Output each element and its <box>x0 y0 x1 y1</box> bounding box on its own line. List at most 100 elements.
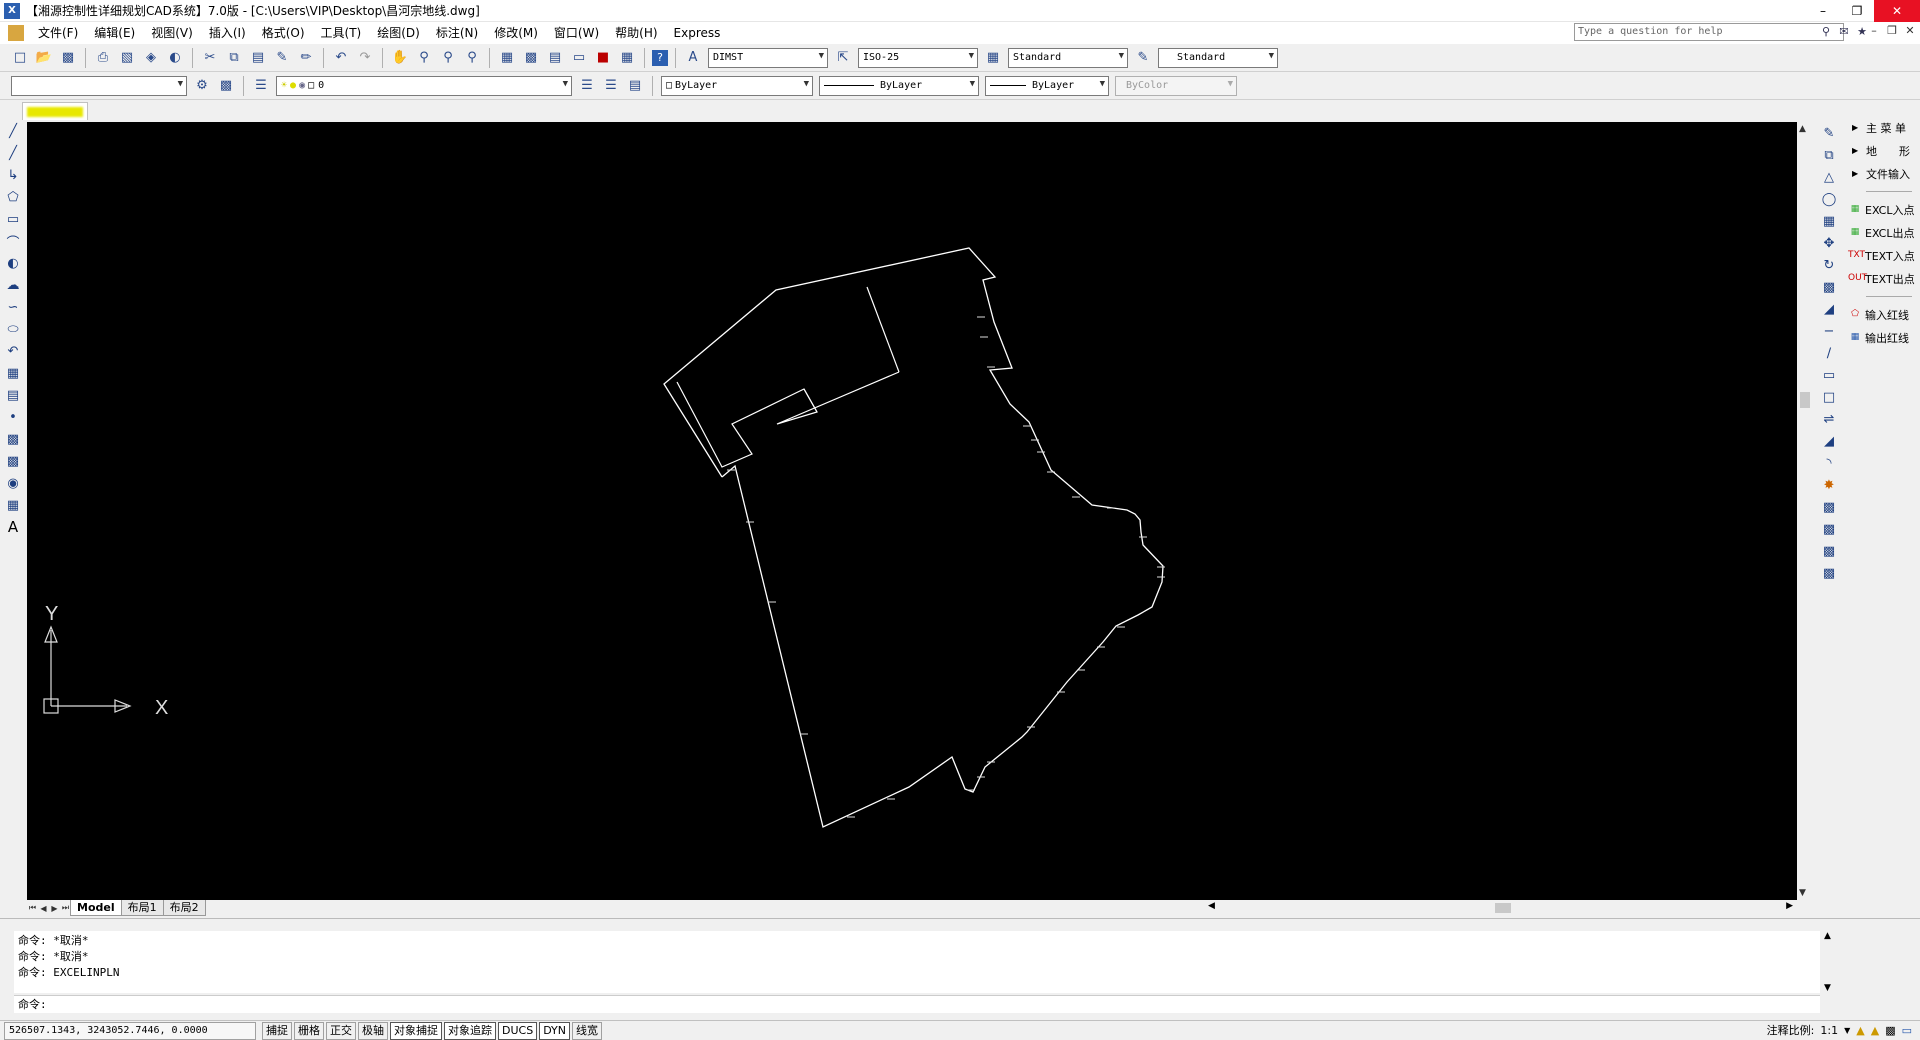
revision-cloud-icon[interactable]: ☁ <box>2 274 24 296</box>
doc-close-icon[interactable]: ✕ <box>1904 24 1916 37</box>
new-file-icon[interactable]: □ <box>10 48 30 68</box>
scale-icon[interactable]: ▩ <box>1818 276 1840 298</box>
lightbulb-icon[interactable]: ☀ <box>281 80 287 91</box>
copy-object-icon[interactable]: ⧉ <box>1818 144 1840 166</box>
print-icon[interactable]: ⎙ <box>93 48 113 68</box>
menu-group-file-input[interactable]: ▶ 文件输入 <box>1846 162 1920 185</box>
help-search-input[interactable]: Type a question for help <box>1574 23 1844 41</box>
scroll-right-icon[interactable]: ▶ <box>1786 901 1793 911</box>
scroll-left-icon[interactable]: ◀ <box>1208 901 1215 911</box>
rotate-icon[interactable]: ↻ <box>1818 254 1840 276</box>
tab-layout2[interactable]: 布局2 <box>162 900 206 916</box>
drawing-canvas[interactable]: Y X <box>27 122 1797 900</box>
layer-properties-icon[interactable]: ☰ <box>251 76 271 96</box>
menu-item[interactable]: 帮助(H) <box>607 22 665 44</box>
menu-item[interactable]: 编辑(E) <box>86 22 143 44</box>
gradient-icon[interactable]: ▩ <box>2 450 24 472</box>
doc-minimize-icon[interactable]: – <box>1868 24 1880 37</box>
layer-dropdown[interactable]: ☀ ● ◉ □ 0 ▼ <box>276 75 572 96</box>
text-style-icon[interactable]: A <box>683 48 703 68</box>
ellipse-arc-icon[interactable]: ↶ <box>2 340 24 362</box>
menu-group-terrain[interactable]: ▶ 地 形 <box>1846 139 1920 162</box>
multiline-text-icon[interactable]: A <box>2 516 24 538</box>
cursor-coordinates[interactable]: 526507.1343, 3243052.7446, 0.0000 <box>4 1021 256 1040</box>
pan-icon[interactable]: ✋ <box>390 48 410 68</box>
workspace-settings-icon[interactable]: ⚙ <box>192 76 212 96</box>
search-icon[interactable]: ⚲ <box>1818 24 1834 40</box>
parcel-notch-polyline[interactable] <box>803 388 818 413</box>
scroll-down-icon[interactable]: ▼ <box>1824 983 1831 993</box>
markup-icon[interactable]: ■ <box>593 48 613 68</box>
parcel-boundary-polyline[interactable] <box>663 247 1164 828</box>
join-icon[interactable]: ⇌ <box>1818 408 1840 430</box>
first-tab-icon[interactable]: ⏮ <box>27 903 38 913</box>
parcel-top-edge[interactable] <box>866 286 900 373</box>
construction-line-icon[interactable]: ╱ <box>2 142 24 164</box>
lock-toolbars-icon[interactable]: ▩ <box>1885 1024 1895 1037</box>
menu-group-main[interactable]: ▶ 主 菜 单 <box>1846 116 1920 139</box>
hatch-icon[interactable]: ▩ <box>2 428 24 450</box>
app-icon[interactable]: X <box>4 2 20 19</box>
cut-icon[interactable]: ✂ <box>200 48 220 68</box>
workspace-dropdown[interactable]: ▼ <box>11 75 187 96</box>
draw-order-front-icon[interactable]: ▩ <box>1818 496 1840 518</box>
lock-icon[interactable]: ◉ <box>299 80 305 91</box>
menu-item[interactable]: 标注(N) <box>428 22 486 44</box>
layer-states-icon[interactable]: ▤ <box>625 76 645 96</box>
print-preview-icon[interactable]: ▧ <box>117 48 137 68</box>
menu-item[interactable]: 文件(F) <box>30 22 86 44</box>
close-icon[interactable]: ✕ <box>1874 0 1920 22</box>
trim-icon[interactable]: − <box>1818 320 1840 342</box>
match-properties-icon[interactable]: ✎ <box>272 48 292 68</box>
menu-item[interactable]: 视图(V) <box>143 22 201 44</box>
menu-item[interactable]: 插入(I) <box>201 22 254 44</box>
scroll-thumb[interactable] <box>1800 392 1810 408</box>
tab-model[interactable]: Model <box>70 900 122 916</box>
array-icon[interactable]: ▦ <box>1818 210 1840 232</box>
design-center-icon[interactable]: ▩ <box>521 48 541 68</box>
status-toggle[interactable]: 捕捉 <box>262 1021 292 1040</box>
menu-item-text-out[interactable]: OUT TEXT出点 <box>1846 267 1920 290</box>
make-object-layer-current-icon[interactable]: ☰ <box>577 76 597 96</box>
polyline-icon[interactable]: ↳ <box>2 164 24 186</box>
save-icon[interactable]: ▩ <box>58 48 78 68</box>
status-toggle[interactable]: 对象追踪 <box>444 1021 496 1040</box>
polygon-icon[interactable]: ⬠ <box>2 186 24 208</box>
menu-item-input-redline[interactable]: ⬠ 输入红线 <box>1846 303 1920 326</box>
menu-item-text-in[interactable]: TXT TEXT入点 <box>1846 244 1920 267</box>
prev-tab-icon[interactable]: ◀ <box>38 904 49 913</box>
extend-icon[interactable]: ∕ <box>1818 342 1840 364</box>
block-editor-icon[interactable]: ✏ <box>296 48 316 68</box>
table-icon[interactable]: ▦ <box>2 494 24 516</box>
document-tab[interactable] <box>22 102 88 120</box>
parcel-inner-polyline[interactable] <box>676 371 900 468</box>
minimize-icon[interactable]: – <box>1806 0 1840 22</box>
menu-item[interactable]: 工具(T) <box>313 22 370 44</box>
paste-icon[interactable]: ▤ <box>248 48 268 68</box>
menu-item[interactable]: Express <box>666 22 729 44</box>
status-toggle[interactable]: DYN <box>539 1021 571 1040</box>
dim-style-dropdown[interactable]: ISO-25 ▼ <box>858 47 978 68</box>
color-dropdown[interactable]: □ ByLayer ▼ <box>661 75 813 96</box>
status-toggle[interactable]: DUCS <box>498 1021 538 1040</box>
clean-screen-icon[interactable]: ▭ <box>1902 1024 1912 1037</box>
fillet-icon[interactable]: ◝ <box>1818 452 1840 474</box>
move-icon[interactable]: ✥ <box>1818 232 1840 254</box>
scroll-up-icon[interactable]: ▲ <box>1799 124 1806 134</box>
explode-icon[interactable]: ✸ <box>1818 474 1840 496</box>
menu-item[interactable]: 格式(O) <box>254 22 313 44</box>
text-style-dropdown[interactable]: DIMST ▼ <box>708 47 828 68</box>
annotation-scale-value[interactable]: 1:1 <box>1820 1024 1838 1037</box>
chamfer-icon[interactable]: ◢ <box>1818 430 1840 452</box>
break-icon[interactable]: □ <box>1818 386 1840 408</box>
command-history-scrollbar[interactable]: ▲ ▼ <box>1822 931 1836 993</box>
3d-dwf-icon[interactable]: ◐ <box>165 48 185 68</box>
canvas-vertical-scrollbar[interactable]: ▲ ▼ <box>1797 122 1813 900</box>
dim-style-icon[interactable]: ⇱ <box>833 48 853 68</box>
chevron-down-icon[interactable]: ▼ <box>1844 1026 1850 1035</box>
make-block-icon[interactable]: ▤ <box>2 384 24 406</box>
spline-icon[interactable]: ∽ <box>2 296 24 318</box>
table-style-icon[interactable]: ▦ <box>983 48 1003 68</box>
menu-item[interactable]: 绘图(D) <box>369 22 428 44</box>
menu-item-output-redline[interactable]: ▦ 输出红线 <box>1846 326 1920 349</box>
